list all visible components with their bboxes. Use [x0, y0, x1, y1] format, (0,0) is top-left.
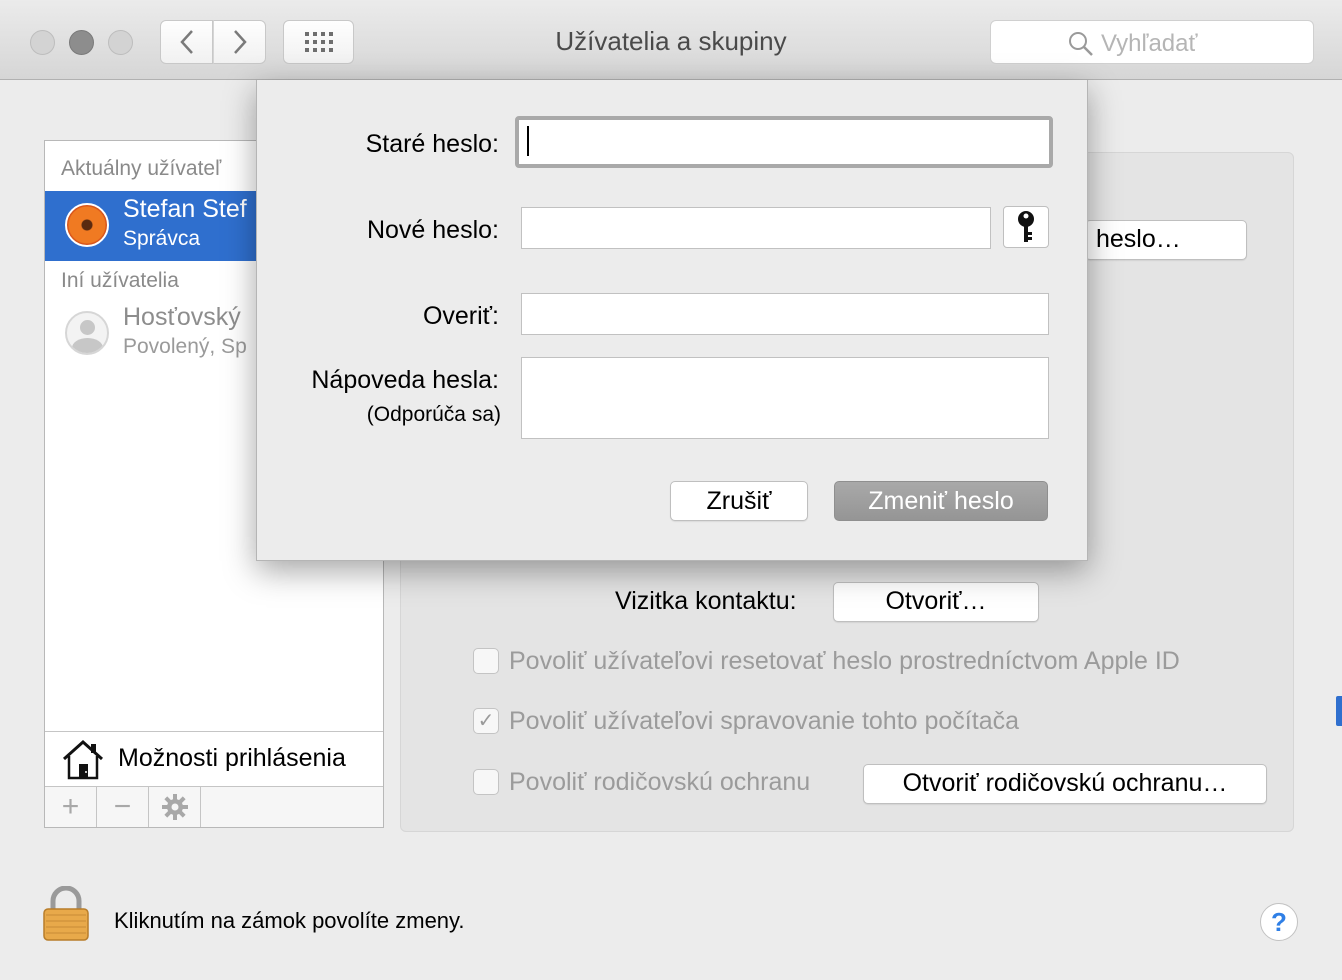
password-hint-sublabel: (Odporúča sa)	[366, 403, 501, 426]
text-caret	[527, 126, 529, 156]
old-password-field[interactable]	[515, 116, 1053, 168]
lock-message: Kliknutím na zámok povolíte zmeny.	[114, 908, 465, 933]
help-button[interactable]: ?	[1260, 903, 1298, 941]
password-assistant-button[interactable]	[1003, 206, 1049, 248]
search-field[interactable]: Vyhľadať	[990, 20, 1314, 64]
open-parental-controls-button[interactable]: Otvoriť rodičovskú ochranu…	[863, 764, 1267, 804]
search-placeholder: Vyhľadať	[1101, 30, 1198, 57]
parental-controls-label: Povoliť rodičovskú ochranu	[509, 768, 811, 796]
plus-icon: +	[61, 790, 80, 823]
parental-controls-checkbox[interactable]	[473, 769, 499, 795]
reset-password-label: Povoliť užívateľovi resetovať heslo pros…	[509, 647, 1180, 675]
edge-indicator	[1336, 696, 1342, 726]
user-role: Správca	[123, 227, 201, 250]
password-hint-label: Nápoveda hesla:	[311, 366, 499, 394]
key-icon	[1018, 211, 1034, 242]
users-toolbar: + −	[45, 786, 383, 827]
avatar	[65, 203, 109, 247]
cancel-button[interactable]: Zrušiť	[670, 481, 808, 521]
gear-icon	[161, 794, 188, 820]
user-name: Stefan Stef	[123, 195, 247, 223]
reset-password-checkbox[interactable]	[473, 648, 499, 674]
verify-password-field[interactable]	[521, 293, 1049, 335]
user-name: Hosťovský	[123, 303, 241, 331]
change-password-button[interactable]: heslo…	[1085, 220, 1247, 260]
user-silhouette-icon	[65, 311, 109, 355]
add-user-button[interactable]: +	[45, 787, 97, 827]
login-options-item[interactable]: Možnosti prihlásenia	[45, 731, 383, 786]
old-password-label: Staré heslo:	[365, 130, 499, 158]
change-password-sheet: Staré heslo: Nové heslo: Overiť: Nápoved…	[256, 80, 1088, 561]
new-password-label: Nové heslo:	[366, 216, 499, 244]
user-role: Povolený, Sp	[123, 335, 247, 358]
lock-icon[interactable]	[42, 886, 90, 942]
minus-icon: −	[113, 790, 132, 823]
admin-checkbox[interactable]: ✓	[473, 708, 499, 734]
current-user-header: Aktuálny užívateľ	[61, 157, 222, 180]
remove-user-button[interactable]: −	[97, 787, 149, 827]
house-icon	[62, 739, 104, 780]
title-bar: Užívatelia a skupiny Vyhľadať	[0, 0, 1342, 80]
open-contact-card-button[interactable]: Otvoriť…	[833, 582, 1039, 622]
contact-card-label: Vizitka kontaktu:	[615, 587, 797, 615]
login-options-label: Možnosti prihlásenia	[118, 744, 346, 772]
new-password-field[interactable]	[521, 207, 991, 249]
password-hint-field[interactable]	[521, 357, 1049, 439]
admin-label: Povoliť užívateľovi spravovanie tohto po…	[509, 707, 1020, 735]
search-icon	[1069, 32, 1093, 56]
change-password-confirm-button[interactable]: Zmeniť heslo	[834, 481, 1048, 521]
action-menu-button[interactable]	[149, 787, 201, 827]
verify-label: Overiť:	[422, 302, 499, 330]
other-users-header: Iní užívatelia	[61, 269, 179, 292]
